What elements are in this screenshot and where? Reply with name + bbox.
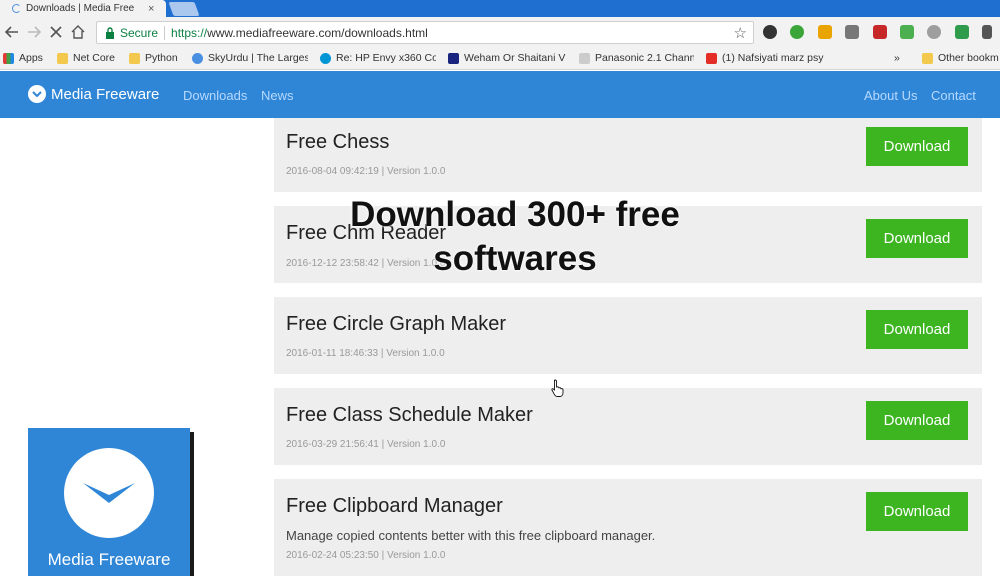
site-flag-icon: [448, 52, 459, 64]
browser-tab-strip: Downloads | Media Free ×: [0, 0, 1000, 17]
bookmark-apps[interactable]: Apps: [3, 52, 43, 64]
nav-contact[interactable]: Contact: [931, 88, 976, 103]
bookmark-star-icon[interactable]: ☆: [734, 24, 747, 42]
download-button[interactable]: Download: [866, 127, 968, 166]
tab-close-icon[interactable]: ×: [148, 3, 154, 15]
url-scheme: https://: [171, 25, 208, 40]
nav-news[interactable]: News: [261, 88, 294, 103]
youtube-icon: [706, 52, 717, 64]
card-meta: 2016-02-24 05:23:50 | Version 1.0.0: [286, 550, 446, 561]
new-tab-button[interactable]: [168, 2, 200, 16]
lock-icon: [103, 26, 117, 40]
site-brand[interactable]: Media Freeware: [28, 85, 159, 103]
back-arrow-icon[interactable]: [2, 22, 22, 42]
url-text: www.mediafreeware.com/downloads.html: [207, 25, 428, 40]
bookmark-label: »: [894, 52, 900, 64]
bookmark-python[interactable]: Python: [129, 52, 184, 64]
bookmark-label: Weham Or Shaitani V: [464, 52, 566, 64]
download-button[interactable]: Download: [866, 310, 968, 349]
card-title[interactable]: Free Circle Graph Maker: [286, 313, 506, 336]
nav-about-us[interactable]: About Us: [864, 88, 917, 103]
extension-printer-icon[interactable]: [900, 25, 914, 39]
address-bar[interactable]: Secure https:// www.mediafreeware.com/do…: [96, 21, 754, 44]
bookmark-label: Panasonic 2.1 Chann: [595, 52, 694, 64]
bookmark-hp-envy[interactable]: Re: HP Envy x360 Cor: [320, 52, 436, 64]
bookmark-label: Re: HP Envy x360 Cor: [336, 52, 436, 64]
download-card: Free Class Schedule Maker 2016-03-29 21:…: [274, 388, 982, 465]
apps-grid-icon: [3, 52, 14, 64]
download-button[interactable]: Download: [866, 219, 968, 258]
hand-cursor-icon: [551, 379, 564, 397]
extension-globe-icon[interactable]: [927, 25, 941, 39]
extension-green-circle-icon[interactable]: [790, 25, 804, 39]
bookmark-label: Other bookm: [938, 52, 999, 64]
bookmark-youtube[interactable]: (1) Nafsiyati marz psy: [706, 52, 824, 64]
bookmark-other[interactable]: Other bookm: [922, 52, 1000, 64]
bookmark-skyurdu[interactable]: SkyUrdu | The Larges: [192, 52, 308, 64]
site-header: Media Freeware Downloads News About Us C…: [0, 71, 1000, 118]
media-freeware-logo-tile: Media Freeware: [28, 428, 190, 576]
skyurdu-icon: [192, 52, 203, 64]
bookmarks-bar: Apps Net Core Python SkyUrdu | The Large…: [0, 48, 1000, 70]
extension-red-icon[interactable]: [873, 25, 887, 39]
browser-toolbar: Secure https:// www.mediafreeware.com/do…: [0, 17, 1000, 48]
logo-chevron-icon: [64, 448, 154, 538]
extension-pin-icon[interactable]: [845, 25, 859, 39]
bookmark-panasonic[interactable]: Panasonic 2.1 Chann: [579, 52, 694, 64]
bookmarks-overflow-button[interactable]: »: [894, 52, 900, 64]
video-overlay-caption: Download 300+ free softwares: [350, 195, 680, 278]
folder-icon: [57, 52, 68, 64]
logo-text: Media Freeware: [47, 550, 171, 569]
omnibox-divider: [164, 25, 166, 40]
tab-title: Downloads | Media Free: [26, 3, 135, 14]
folder-icon: [922, 52, 933, 64]
nav-downloads[interactable]: Downloads: [183, 88, 247, 103]
browser-tab[interactable]: Downloads | Media Free ×: [0, 0, 166, 17]
card-title[interactable]: Free Clipboard Manager: [286, 495, 503, 518]
download-button[interactable]: Download: [866, 492, 968, 531]
extension-database-icon[interactable]: [763, 25, 777, 39]
bookmark-label: Apps: [19, 52, 43, 64]
download-button[interactable]: Download: [866, 401, 968, 440]
extension-puzzle-icon[interactable]: [818, 25, 832, 39]
page-icon: [579, 52, 590, 64]
forward-arrow-icon[interactable]: [24, 22, 44, 42]
card-meta: 2016-08-04 09:42:19 | Version 1.0.0: [286, 166, 446, 177]
card-title[interactable]: Free Chess: [286, 131, 389, 154]
bookmark-label: SkyUrdu | The Larges: [208, 52, 308, 64]
bookmark-label: Net Core: [73, 52, 116, 64]
bookmark-net-core[interactable]: Net Core: [57, 52, 119, 64]
extension-arrow-icon[interactable]: [955, 25, 969, 39]
download-card: Free Clipboard Manager Manage copied con…: [274, 479, 982, 576]
loading-spinner-icon: [12, 4, 21, 13]
bookmark-label: Python: [145, 52, 178, 64]
home-icon[interactable]: [68, 22, 88, 42]
download-card: Free Chess 2016-08-04 09:42:19 | Version…: [274, 118, 982, 192]
bookmark-label: (1) Nafsiyati marz psy: [722, 52, 824, 64]
brand-name: Media Freeware: [51, 85, 160, 103]
secure-label: Secure: [120, 25, 159, 40]
stop-loading-icon[interactable]: [46, 22, 66, 42]
card-title[interactable]: Free Class Schedule Maker: [286, 404, 533, 427]
brand-chevron-icon: [28, 85, 46, 103]
card-meta: 2016-01-11 18:46:33 | Version 1.0.0: [286, 348, 445, 359]
folder-icon: [129, 52, 140, 64]
extension-more-icon[interactable]: [982, 25, 992, 39]
card-description: Manage copied contents better with this …: [286, 528, 656, 543]
card-meta: 2016-03-29 21:56:41 | Version 1.0.0: [286, 439, 446, 450]
hp-logo-icon: [320, 52, 331, 64]
bookmark-weham[interactable]: Weham Or Shaitani V: [448, 52, 566, 64]
download-card: Free Circle Graph Maker 2016-01-11 18:46…: [274, 297, 982, 374]
